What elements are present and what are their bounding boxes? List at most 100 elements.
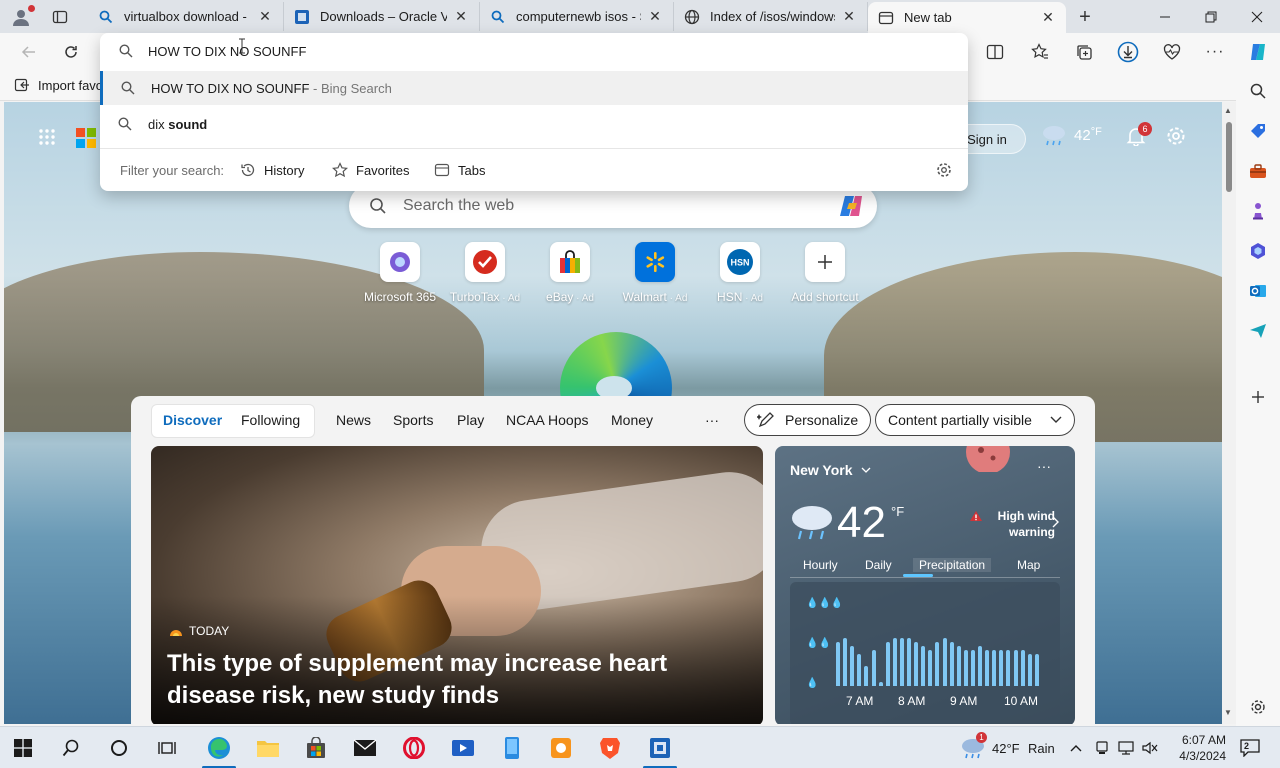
taskbar-media-player[interactable]	[450, 736, 476, 760]
taskbar-virtualbox[interactable]	[643, 736, 677, 768]
new-tab-button[interactable]: +	[1072, 5, 1098, 29]
tab-virtualbox-download[interactable]: virtualbox download - Se ✕	[88, 2, 284, 31]
taskbar-brave[interactable]	[597, 736, 623, 760]
taskbar-weather-condition[interactable]: Rain	[1028, 741, 1055, 756]
sidebar-settings-button[interactable]	[1246, 695, 1270, 719]
app-launcher-button[interactable]	[38, 128, 56, 149]
minimize-button[interactable]	[1142, 0, 1188, 33]
suggestion-dix-sound[interactable]: dix sound	[100, 107, 968, 141]
sidebar-shopping-button[interactable]	[1246, 119, 1270, 143]
tab-oracle-vm-downloads[interactable]: Downloads – Oracle VM ✕	[284, 2, 480, 31]
notification-center-button[interactable]: 2	[1236, 736, 1264, 760]
taskbar-edge[interactable]	[202, 736, 236, 768]
gear-icon[interactable]	[936, 162, 952, 178]
sidebar-copilot-apps-button[interactable]	[1246, 239, 1270, 263]
import-favorites-button[interactable]: Import favo	[14, 77, 103, 93]
scrollbar-thumb[interactable]	[1226, 122, 1232, 192]
tab-play[interactable]: Play	[457, 412, 484, 428]
content-visibility-dropdown[interactable]: Content partially visible	[875, 404, 1075, 436]
refresh-button[interactable]	[56, 37, 86, 67]
shortcut-turbotax[interactable]: TurboTax · Ad	[443, 242, 527, 304]
page-scrollbar[interactable]: ▲ ▼	[1222, 102, 1236, 724]
tab-close-button[interactable]: ✕	[647, 8, 663, 25]
profile-button[interactable]	[0, 0, 42, 33]
shortcut-add[interactable]: Add shortcut	[783, 242, 867, 304]
taskbar-phone-link[interactable]	[499, 736, 525, 760]
downloads-button[interactable]	[1113, 37, 1143, 67]
cortana-button[interactable]	[106, 736, 132, 760]
tab-close-button[interactable]: ✕	[841, 8, 857, 25]
taskbar-weather-temp[interactable]: 42°F	[992, 741, 1020, 756]
tray-device-button[interactable]	[1092, 736, 1112, 760]
taskbar-store[interactable]	[303, 736, 329, 760]
volume-button[interactable]	[1140, 736, 1160, 760]
sidebar-tools-button[interactable]	[1246, 159, 1270, 183]
sidebar-send-button[interactable]	[1246, 319, 1270, 343]
article-headline[interactable]: This type of supplement may increase hea…	[167, 648, 747, 712]
taskbar-clock[interactable]: 6:07 AM 4/3/2024	[1170, 732, 1226, 764]
tab-actions-button[interactable]	[42, 0, 78, 33]
filter-favorites-button[interactable]: Favorites	[332, 162, 409, 178]
sidebar-games-button[interactable]	[1246, 199, 1270, 223]
high-wind-warning-link[interactable]: High wind warning	[967, 508, 1055, 540]
split-screen-button[interactable]	[980, 37, 1010, 67]
shortcut-ebay[interactable]: eBay · Ad	[528, 242, 612, 304]
taskbar-weather-icon-button[interactable]: 1	[958, 732, 988, 760]
tab-sports[interactable]: Sports	[393, 412, 433, 428]
browser-essentials-button[interactable]	[1157, 37, 1187, 67]
page-settings-button[interactable]	[1166, 126, 1186, 149]
close-window-button[interactable]	[1234, 0, 1280, 33]
shortcut-hsn[interactable]: HSN HSN · Ad	[698, 242, 782, 304]
weather-tab-precipitation[interactable]: Precipitation	[913, 558, 992, 572]
sidebar-add-button[interactable]	[1246, 385, 1270, 409]
weather-tab-map[interactable]: Map	[1017, 558, 1040, 572]
tab-close-button[interactable]: ✕	[1040, 9, 1056, 26]
weather-tab-hourly[interactable]: Hourly	[803, 558, 838, 572]
tab-computernewb-isos[interactable]: computernewb isos - Se ✕	[480, 2, 674, 31]
tab-close-button[interactable]: ✕	[257, 8, 273, 25]
header-weather-button[interactable]: 42 °F	[1040, 124, 1102, 146]
sidebar-outlook-button[interactable]	[1246, 279, 1270, 303]
taskbar-file-explorer[interactable]	[255, 736, 281, 760]
chevron-right-icon[interactable]	[1052, 516, 1060, 528]
tab-news[interactable]: News	[336, 412, 371, 428]
favorites-button[interactable]	[1025, 37, 1055, 67]
tab-new-tab[interactable]: New tab ✕	[868, 2, 1066, 33]
collections-button[interactable]	[1069, 37, 1099, 67]
suggestion-bing-search[interactable]: HOW TO DIX NO SOUNFF - Bing Search	[100, 71, 968, 105]
scroll-down-arrow-icon[interactable]: ▼	[1224, 708, 1232, 717]
tab-index-of-isos[interactable]: Index of /isos/windows/ ✕	[674, 2, 868, 31]
filter-tabs-button[interactable]: Tabs	[434, 162, 485, 178]
weather-more-button[interactable]: ···	[1037, 458, 1051, 474]
taskbar-opera[interactable]	[401, 736, 427, 760]
start-button[interactable]	[10, 736, 36, 760]
tab-money[interactable]: Money	[611, 412, 653, 428]
notifications-button[interactable]: 6	[1126, 122, 1152, 149]
taskbar-search-button[interactable]	[58, 736, 84, 760]
back-button[interactable]	[14, 37, 44, 67]
tab-following[interactable]: Following	[241, 412, 300, 428]
sidebar-search-button[interactable]	[1246, 79, 1270, 103]
address-bar-input[interactable]: HOW TO DIX NO SOUNFF	[148, 44, 306, 59]
settings-and-more-button[interactable]: ···	[1200, 37, 1230, 67]
network-button[interactable]	[1116, 736, 1136, 760]
tab-ncaa-hoops[interactable]: NCAA Hoops	[506, 412, 588, 428]
personalize-button[interactable]: Personalize	[744, 404, 872, 436]
tab-discover[interactable]: Discover	[163, 412, 222, 428]
copilot-button[interactable]	[1243, 37, 1273, 67]
weather-tab-daily[interactable]: Daily	[865, 558, 892, 572]
tab-close-button[interactable]: ✕	[453, 8, 469, 25]
taskbar-mail[interactable]	[352, 736, 378, 760]
shortcut-microsoft-365[interactable]: Microsoft 365	[358, 242, 442, 304]
restore-button[interactable]	[1188, 0, 1234, 33]
show-hidden-icons-button[interactable]	[1066, 736, 1086, 760]
copilot-icon[interactable]	[837, 193, 867, 219]
hero-article-card[interactable]: TODAY This type of supplement may increa…	[151, 446, 763, 724]
scroll-up-arrow-icon[interactable]: ▲	[1224, 106, 1232, 115]
shortcut-walmart[interactable]: Walmart · Ad	[613, 242, 697, 304]
task-view-button[interactable]	[154, 736, 180, 760]
filter-history-button[interactable]: History	[240, 162, 304, 178]
feed-more-button[interactable]: ···	[705, 412, 719, 428]
weather-location-button[interactable]: New York	[790, 462, 871, 478]
taskbar-orange-app[interactable]	[548, 736, 574, 760]
